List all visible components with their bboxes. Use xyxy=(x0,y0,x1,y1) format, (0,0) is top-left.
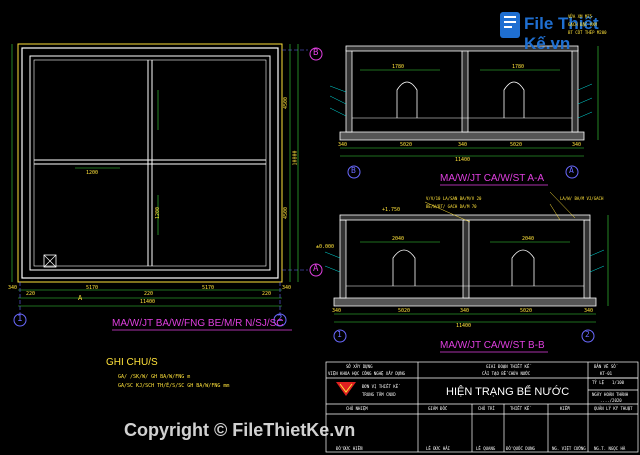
tb-date: ..../2020 xyxy=(600,398,622,403)
tb-company-name: TRUNG TÂM CNXD xyxy=(362,392,396,397)
tb-date-label: NGÀY HOÀN THÀNH xyxy=(592,392,629,397)
aa-top-dim-1: 1780 xyxy=(392,64,405,70)
bb-dim-0: 340 xyxy=(332,308,342,314)
plan-view xyxy=(11,43,323,327)
plan-dim-6: 340 xyxy=(282,285,292,291)
plan-inner-dim-h: 1200 xyxy=(86,170,99,176)
bb-top-dim-1: 2040 xyxy=(392,236,405,242)
bb-dim-3: 5020 xyxy=(520,308,533,314)
tb-name-4: NG. VIỆT CƯỜNG xyxy=(552,446,586,451)
tb-name-2: LÊ QUANG xyxy=(476,446,496,451)
bb-axis-left: 1 xyxy=(337,330,342,339)
section-aa xyxy=(329,45,599,186)
tb-owner-org: VIỆN KHOA HỌC CÔNG NGHỆ XÂY DỰNG xyxy=(328,371,406,376)
tb-name-0: ĐỖ ĐỨC HIỀN xyxy=(336,446,363,451)
plan-side-dim-1: 4500 xyxy=(283,96,290,110)
bb-total-dim: 11400 xyxy=(456,323,472,329)
company-logo xyxy=(336,382,356,396)
bb-top-dim-2: 2040 xyxy=(522,236,535,242)
bb-elev-top: +1.750 xyxy=(382,207,401,213)
tb-col-0: CHỦ NHIỆM xyxy=(346,406,368,411)
plan-dim-4: 5170 xyxy=(202,285,215,291)
plan-total-dim: 11400 xyxy=(140,299,156,305)
bb-note-1: V/V/10 LA/SAN BA/M/V 20 xyxy=(426,196,482,201)
watermark-logo-icon xyxy=(500,12,520,38)
tb-name-1: LÊ ĐỨC HẢI xyxy=(426,446,451,451)
plan-dim-5: 220 xyxy=(262,291,272,297)
plan-dim-1: 220 xyxy=(26,291,36,297)
bb-dim-2: 340 xyxy=(460,308,470,314)
tb-project-label: GIAI ĐOẠN THIẾT KẾ xyxy=(486,364,530,369)
bb-title: MA/W/JT CA/W/ST B-B xyxy=(440,340,545,351)
aa-note-3: BT CỐT THÉP M200 xyxy=(568,30,607,35)
tb-company-label: ĐƠN VỊ THIẾT KẾ xyxy=(362,384,399,389)
plan-dim-2: 5170 xyxy=(86,285,99,291)
aa-dim-0: 340 xyxy=(338,142,348,148)
plan-dim-3: 220 xyxy=(144,291,154,297)
aa-axis-right: A xyxy=(569,166,574,175)
bb-note-3: LA/W/ BA/M VJ/GACH xyxy=(560,196,604,201)
tb-col-1: GIÁM ĐỐC xyxy=(428,406,448,411)
tb-col-3: THIẾT KẾ xyxy=(510,406,530,411)
plan-side-dim-total: 10800 xyxy=(292,150,299,166)
aa-dim-3: 5020 xyxy=(510,142,523,148)
aa-total-dim: 11400 xyxy=(455,157,471,163)
bb-elev-base: ±0.000 xyxy=(316,244,335,250)
aa-note-2: GẠCH ĐẶC VXM xyxy=(568,22,597,27)
plan-inner-dim-v: 1200 xyxy=(155,206,162,220)
aa-axis-left: B xyxy=(351,166,356,175)
note-line-1: GA/ /SK/W/ GH BA/W/FNG m xyxy=(118,374,191,380)
tb-name-3: ĐỖ QUỐC DUNG xyxy=(506,446,535,451)
plan-axis-bottom-label: A xyxy=(313,264,319,274)
aa-dim-2: 340 xyxy=(458,142,468,148)
plan-axis-left-label: 1 xyxy=(17,314,23,324)
tb-project-name: CẢI TẠO BỂ CHỨA NƯỚC xyxy=(482,371,531,376)
tb-col-5: QUẢN LÝ KỸ THUẬT xyxy=(594,406,633,411)
bb-dim-1: 5020 xyxy=(398,308,411,314)
bb-note-2: BE/W/BT/ GACH DA/M 70 xyxy=(426,204,477,209)
plan-title: MA/W/JT BA/W/FNG BE/M/R N/SJ/SC xyxy=(112,318,284,329)
aa-title: MA/W/JT CA/W/ST A-A xyxy=(440,173,545,184)
tb-scale: 1/100 xyxy=(612,380,625,385)
tb-col-2: CHỦ TRÌ xyxy=(478,406,495,411)
watermark-copyright: Copyright © FileThietKe.vn xyxy=(124,420,356,440)
aa-top-dim-2: 1780 xyxy=(512,64,525,70)
tb-name-5: NG.T. NGỌC HÀ xyxy=(594,446,626,451)
note-line-2: GA/SC KJ/SCH TH/Ẽ/S/SC GH BA/W/FNG mm xyxy=(118,383,230,389)
notes-heading: GHI CHU/S xyxy=(106,357,158,368)
tb-col-4: KIỂM xyxy=(560,406,570,411)
tb-drawing-title: HIỆN TRẠNG BỂ NƯỚC xyxy=(446,386,570,398)
aa-dim-4: 340 xyxy=(572,142,582,148)
plan-side-dim-2: 4500 xyxy=(283,206,290,220)
plan-dim-0: 340 xyxy=(8,285,18,291)
tb-owner-label: SỞ XÂY DỰNG xyxy=(346,364,373,369)
plan-axis-a-mark: A xyxy=(78,294,83,302)
tb-drawing-no-label: BẢN VẼ SỐ xyxy=(594,364,616,369)
plan-axis-top-label: B xyxy=(313,48,319,58)
bb-dim-4: 340 xyxy=(584,308,594,314)
bb-axis-right: 2 xyxy=(585,330,590,339)
aa-dim-1: 5020 xyxy=(400,142,413,148)
aa-note-1: VỮA XM M75 xyxy=(568,14,593,19)
tb-drawing-no: KT-01 xyxy=(600,371,613,376)
tb-scale-label: TỶ LỆ xyxy=(592,380,605,385)
